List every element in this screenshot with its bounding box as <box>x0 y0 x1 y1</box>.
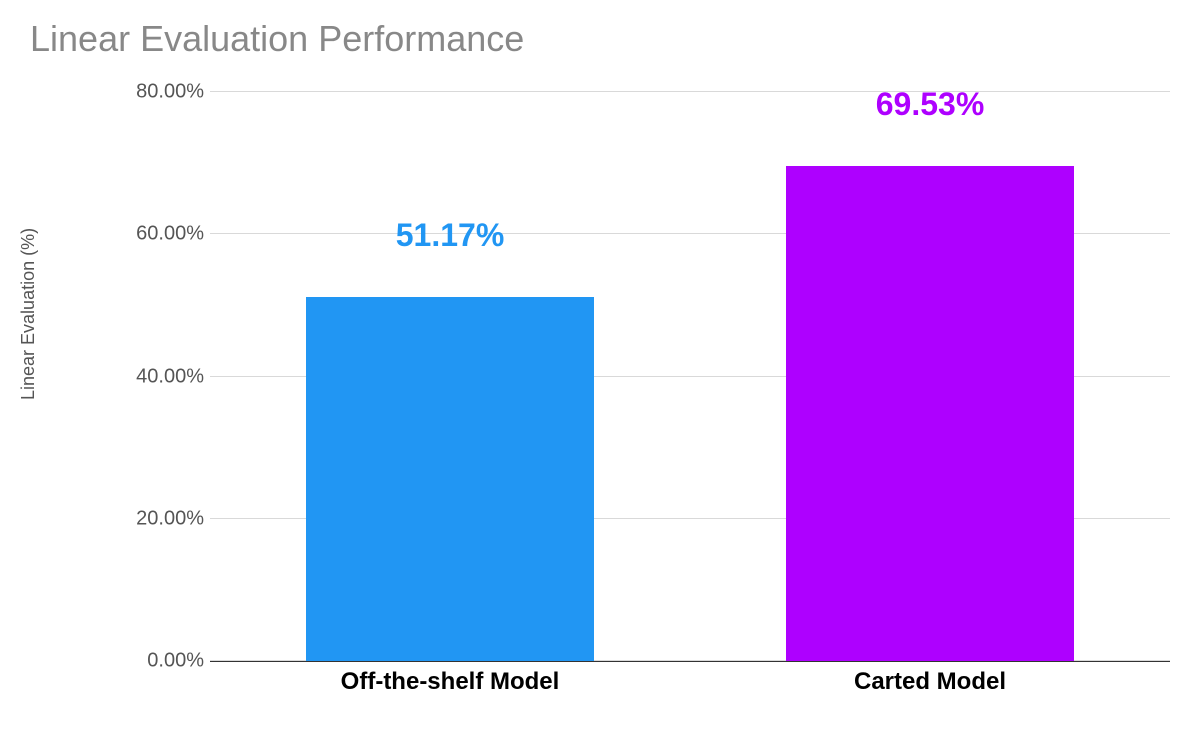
y-tick-label: 60.00% <box>94 223 204 246</box>
plot-area: 0.00% 20.00% 40.00% 60.00% 80.00% 51.17%… <box>210 92 1170 662</box>
chart-container: Linear Evaluation Performance Linear Eva… <box>0 0 1200 742</box>
x-category-label: Off-the-shelf Model <box>306 668 594 696</box>
bar-off-the-shelf <box>306 297 594 661</box>
x-category-label: Carted Model <box>786 668 1074 696</box>
bar-carted <box>786 166 1074 661</box>
y-tick-label: 80.00% <box>94 81 204 104</box>
bar-label-carted: 69.53% <box>786 86 1074 123</box>
y-tick-label: 0.00% <box>94 650 204 673</box>
y-tick-label: 20.00% <box>94 507 204 530</box>
y-axis-label: Linear Evaluation (%) <box>18 228 39 400</box>
y-tick-label: 40.00% <box>94 365 204 388</box>
chart-title: Linear Evaluation Performance <box>30 18 524 60</box>
bar-label-off-the-shelf: 51.17% <box>306 217 594 254</box>
